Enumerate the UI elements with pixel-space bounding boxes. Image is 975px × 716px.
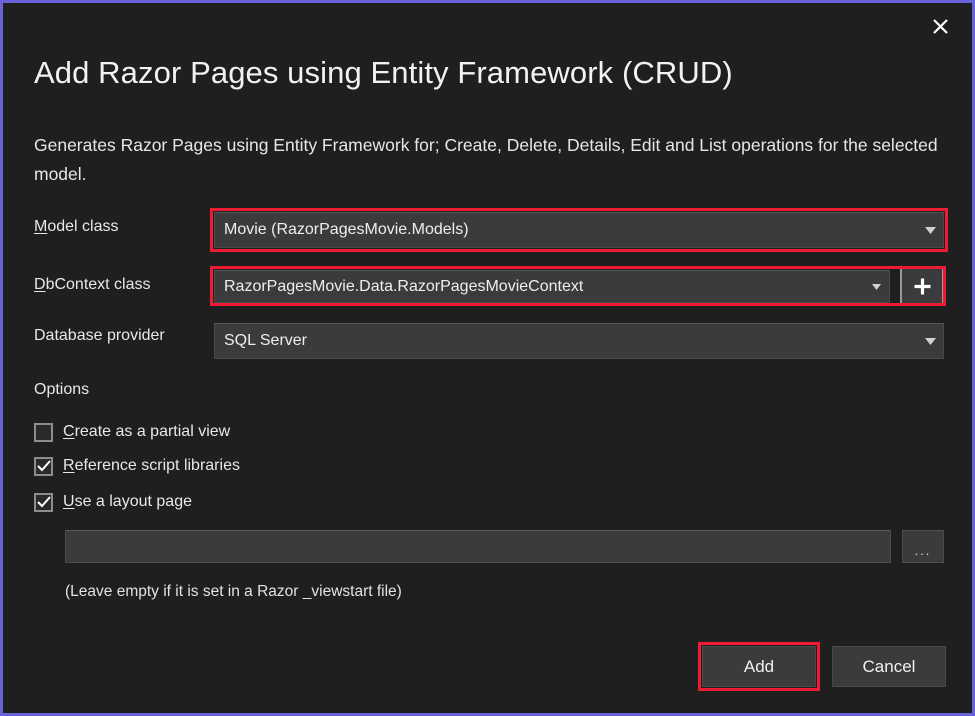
layout-page-input[interactable] (65, 530, 891, 563)
option-label: Reference script libraries (63, 457, 240, 475)
model-class-accesskey: M (34, 218, 47, 235)
option-use-layout-page[interactable]: Use a layout page (34, 491, 192, 513)
cancel-button[interactable]: Cancel (832, 646, 946, 687)
database-provider-label: Database provider (34, 327, 165, 345)
database-provider-combobox[interactable]: SQL Server (214, 323, 944, 359)
option-label: Use a layout page (63, 493, 192, 511)
checkbox[interactable] (34, 457, 53, 476)
model-class-label: Model class (34, 218, 118, 236)
dbcontext-class-combobox[interactable]: RazorPagesMovie.Data.RazorPagesMovieCont… (214, 270, 890, 303)
close-glyph (932, 18, 949, 35)
browse-layout-page-button[interactable]: ... (902, 530, 944, 563)
dbcontext-class-accesskey: D (34, 276, 46, 293)
options-section-title: Options (34, 381, 89, 399)
dbcontext-class-label: DbContext class (34, 276, 151, 294)
checkmark-icon (37, 460, 51, 472)
add-dbcontext-button[interactable] (900, 267, 944, 305)
dbcontext-class-label-rest: bContext class (46, 276, 151, 293)
chevron-down-icon (863, 284, 889, 290)
ellipsis-icon: ... (915, 547, 932, 555)
checkmark-icon (37, 496, 51, 508)
checkbox[interactable] (34, 493, 53, 512)
chevron-down-icon (917, 227, 943, 234)
dialog-description: Generates Razor Pages using Entity Frame… (34, 131, 939, 189)
option-create-partial-view[interactable]: Create as a partial view (34, 421, 230, 443)
add-razor-pages-dialog: Add Razor Pages using Entity Framework (… (0, 0, 975, 716)
chevron-down-icon (917, 338, 943, 345)
model-class-label-rest: odel class (47, 218, 118, 235)
database-provider-value: SQL Server (215, 332, 917, 350)
page-title: Add Razor Pages using Entity Framework (… (34, 55, 733, 91)
checkbox[interactable] (34, 423, 53, 442)
dbcontext-class-value: RazorPagesMovie.Data.RazorPagesMovieCont… (215, 278, 863, 296)
layout-page-hint: (Leave empty if it is set in a Razor _vi… (65, 583, 402, 601)
model-class-value: Movie (RazorPagesMovie.Models) (215, 221, 917, 239)
add-button[interactable]: Add (702, 646, 816, 687)
option-label: Create as a partial view (63, 423, 230, 441)
dialog-titlebar (3, 3, 972, 49)
close-icon[interactable] (918, 9, 962, 43)
model-class-combobox[interactable]: Movie (RazorPagesMovie.Models) (214, 212, 944, 248)
plus-icon (913, 277, 932, 296)
option-reference-script-libraries[interactable]: Reference script libraries (34, 455, 240, 477)
